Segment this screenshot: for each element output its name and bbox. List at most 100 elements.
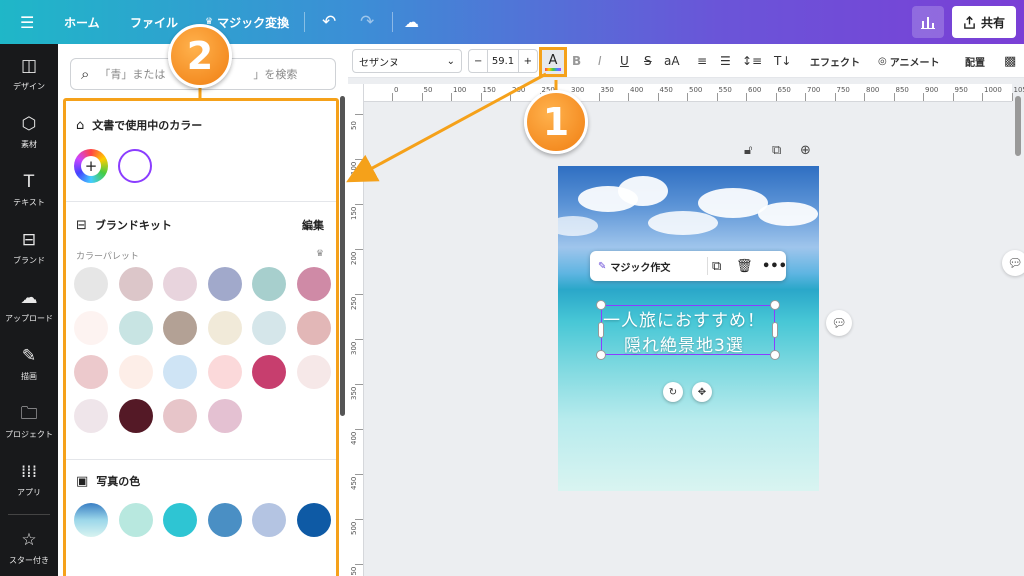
home-button[interactable]: ホーム [64, 0, 100, 44]
panel-scrollbar[interactable] [340, 96, 345, 416]
text-color-button[interactable]: A [539, 47, 567, 77]
resize-handle[interactable] [770, 350, 780, 360]
comment-icon[interactable]: 💬︎ [1002, 250, 1024, 276]
heading-line-1[interactable]: 一人旅におすすめ！ [603, 306, 765, 331]
rotate-icon[interactable]: ↻ [663, 382, 683, 402]
heading-line-2[interactable]: 隠れ絶景地3選 [624, 331, 744, 356]
position-button[interactable]: 配置 [965, 44, 985, 78]
photo-color-swatch[interactable] [296, 503, 331, 537]
rainbow-bar [545, 67, 561, 71]
palette-swatch[interactable] [118, 311, 153, 345]
strikethrough-icon[interactable]: S [644, 44, 652, 78]
palette-swatch[interactable] [207, 267, 242, 301]
photo-color-swatch[interactable] [163, 503, 197, 537]
palette-swatch[interactable] [118, 267, 153, 301]
case-icon[interactable]: aA [664, 44, 680, 78]
transparency-icon[interactable]: ▩ [1004, 44, 1016, 78]
image-icon: ▣ [76, 473, 89, 489]
nav-projects[interactable]: 🗀 プロジェクト [0, 394, 58, 450]
italic-icon[interactable]: I [598, 44, 602, 78]
add-color-button[interactable]: + [74, 149, 108, 183]
font-select[interactable]: セザンヌ ⌄ [352, 49, 462, 73]
increase-size-button[interactable]: + [524, 56, 532, 67]
photo-color-swatch[interactable] [118, 503, 153, 537]
lock-icon[interactable]: 🔓︎ [744, 143, 752, 158]
hamburger-icon[interactable]: ☰ [20, 0, 34, 44]
palette-swatch[interactable] [118, 355, 153, 389]
comment-icon[interactable]: 💬︎ [826, 310, 852, 336]
add-page-icon[interactable]: ⊕ [800, 143, 811, 158]
nav-starred[interactable]: ☆ スター付き [0, 520, 58, 576]
ruler-tick [893, 93, 895, 101]
bold-icon[interactable]: B [572, 44, 581, 78]
palette-swatch[interactable] [252, 355, 286, 389]
magic-write-button[interactable]: ✎ マジック作文 [598, 259, 670, 274]
ruler-tick-label: 1050 [1013, 86, 1024, 94]
redo-icon[interactable]: ↷ [360, 0, 374, 44]
text-color-letter: A [548, 52, 558, 68]
trash-icon[interactable]: 🗑︎ [736, 259, 753, 274]
color-panel: ⌕ 「青」または 」を検索 ⌂ 文書で使用中のカラー + ⊟ ブランドキット 編… [58, 44, 348, 576]
nav-design[interactable]: ◫ デザイン [0, 46, 58, 102]
more-icon[interactable]: ••• [762, 259, 787, 274]
nav-upload[interactable]: ☁ アップロード [0, 278, 58, 334]
vertical-text-icon[interactable]: T↓ [774, 44, 791, 78]
photo-color-swatch[interactable] [74, 503, 108, 537]
palette-swatch[interactable] [252, 267, 286, 301]
ruler-tick [657, 93, 659, 101]
list-icon[interactable]: ☰ [720, 44, 731, 78]
palette-swatch[interactable] [207, 399, 242, 433]
nav-elements[interactable]: ⬡ 素材 [0, 104, 58, 160]
nav-apps[interactable]: ⁞⁞⁞ アプリ [0, 452, 58, 508]
palette-swatch[interactable] [163, 311, 197, 345]
canvas-scrollbar[interactable] [1015, 96, 1021, 156]
cloud-saved-icon[interactable]: ☁ [404, 0, 419, 44]
palette-swatch[interactable] [74, 399, 108, 433]
nav-brand[interactable]: ⊟ ブランド [0, 220, 58, 276]
animate-button[interactable]: ◎ アニメート [878, 44, 940, 78]
edit-brand-kit-link[interactable]: 編集 [302, 217, 324, 233]
resize-handle[interactable] [596, 300, 606, 310]
palette-swatch[interactable] [74, 311, 108, 345]
resize-handle[interactable] [770, 300, 780, 310]
palette-swatch[interactable] [296, 355, 331, 389]
move-icon[interactable]: ✥ [692, 382, 712, 402]
decrease-size-button[interactable]: − [474, 56, 482, 67]
photo-color-swatch[interactable] [207, 503, 242, 537]
ruler-tick [355, 249, 363, 250]
share-button[interactable]: 共有 [952, 6, 1016, 38]
align-center-icon[interactable]: ≡ [697, 44, 707, 78]
font-size-stepper[interactable]: − 59.1 + [468, 49, 538, 73]
palette-swatch[interactable] [163, 267, 197, 301]
ruler-tick [864, 93, 865, 101]
resize-handle[interactable] [596, 350, 606, 360]
palette-swatch[interactable] [207, 311, 242, 345]
palette-swatch[interactable] [296, 311, 331, 345]
spacing-icon[interactable]: ↕≡ [742, 44, 762, 78]
palette-swatch[interactable] [74, 355, 108, 389]
palette-swatch[interactable] [118, 399, 153, 433]
insights-button[interactable] [912, 6, 944, 38]
palette-swatch[interactable] [296, 267, 331, 301]
duplicate-page-icon[interactable]: ⧉ [772, 143, 781, 158]
palette-swatch[interactable] [163, 399, 197, 433]
palette-swatch[interactable] [207, 355, 242, 389]
palette-swatch[interactable] [163, 355, 197, 389]
file-menu[interactable]: ファイル [130, 0, 178, 44]
ruler-tick [628, 93, 629, 101]
font-size-value[interactable]: 59.1 [486, 50, 520, 72]
layout-icon: ◫ [20, 56, 38, 76]
undo-icon[interactable]: ↶ [322, 0, 336, 44]
duplicate-icon[interactable]: ⧉ [712, 259, 721, 274]
nav-draw[interactable]: ✎ 描画 [0, 336, 58, 392]
side-handle[interactable] [772, 322, 778, 338]
palette-swatch[interactable] [252, 311, 286, 345]
doc-color-swatch[interactable] [118, 149, 152, 183]
photo-color-swatch[interactable] [252, 503, 286, 537]
palette-swatch[interactable] [74, 267, 108, 301]
effects-button[interactable]: エフェクト [810, 44, 860, 78]
nav-text[interactable]: T テキスト [0, 162, 58, 218]
underline-icon[interactable]: U [620, 44, 629, 78]
side-handle[interactable] [598, 322, 604, 338]
ruler-tick-label: 450 [350, 476, 358, 490]
